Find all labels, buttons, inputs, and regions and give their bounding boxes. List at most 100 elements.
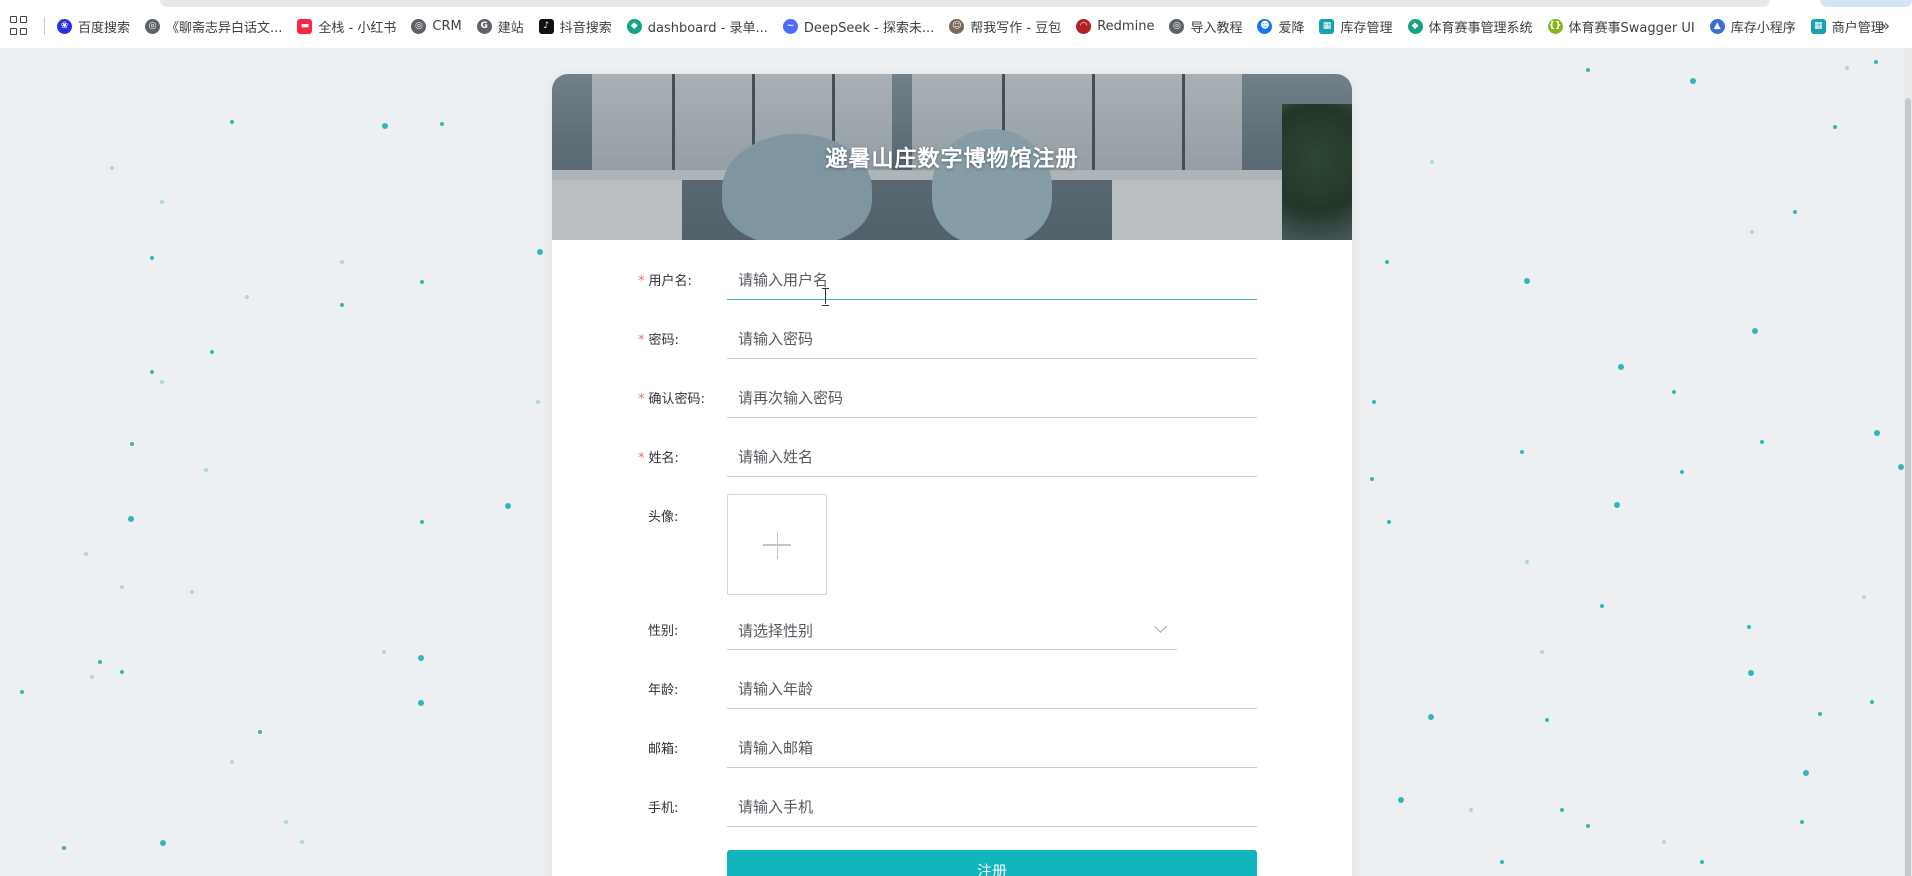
username-row: * 用户名: <box>552 260 1352 300</box>
particle-dot <box>284 820 288 824</box>
bookmark-label: 《聊斋志异白话文... <box>166 20 283 36</box>
password-label: * 密码: <box>638 333 679 348</box>
bookmark-baidu[interactable]: ❀ 百度搜索 <box>57 17 130 36</box>
particle-dot <box>258 730 262 734</box>
required-mark: * <box>638 333 645 348</box>
bookmark-xiaohongshu[interactable]: ▬ 全栈 - 小红书 <box>297 17 396 36</box>
particle-dot <box>1372 400 1376 404</box>
particle-dot <box>120 670 124 674</box>
bookmark-label: 体育赛事Swagger UI <box>1568 20 1695 36</box>
bookmark-label: DeepSeek - 探索未... <box>803 20 935 36</box>
bookmark-liaozhai[interactable]: ◎ 《聊斋志异白话文... <box>145 17 282 36</box>
particle-dot <box>230 760 234 764</box>
bookmark-label: dashboard - 录单... <box>647 20 768 36</box>
globe-icon: ◎ <box>145 18 161 34</box>
leaf-icon: ◆ <box>1407 18 1423 34</box>
particle-dot <box>1370 477 1374 481</box>
profile-button-edge[interactable] <box>1820 0 1912 7</box>
age-input[interactable] <box>727 669 1257 709</box>
particle-dot <box>1662 840 1666 844</box>
particle-dot <box>1387 520 1391 524</box>
username-label: * 用户名: <box>638 274 692 289</box>
required-mark: * <box>638 392 645 407</box>
confirm-password-input[interactable] <box>727 378 1257 418</box>
particle-dot <box>418 655 424 661</box>
bookmark-label: 库存管理 <box>1340 20 1393 36</box>
avatar-row: 头像: <box>552 494 1352 595</box>
bookmark-import-tutorial[interactable]: ◎ 导入教程 <box>1169 17 1242 36</box>
banner-image: 避暑山庄数字博物馆注册 <box>552 74 1352 240</box>
confirm-password-row: * 确认密码: <box>552 378 1352 418</box>
particle-dot <box>62 846 66 850</box>
name-input[interactable] <box>727 437 1257 477</box>
avatar-upload[interactable] <box>727 494 827 595</box>
phone-input[interactable] <box>727 787 1257 827</box>
particle-dot <box>382 123 388 129</box>
scrollbar-thumb[interactable] <box>1905 98 1911 876</box>
particle-dot <box>1398 797 1404 803</box>
particle-dot <box>505 503 511 509</box>
register-button[interactable]: 注册 <box>727 850 1257 876</box>
bookmark-label: 库存小程序 <box>1730 20 1796 36</box>
page-scrollbar[interactable] <box>1904 48 1912 876</box>
bookmark-douyin[interactable]: ♪ 抖音搜索 <box>538 17 612 36</box>
site-builder-icon: G <box>476 18 492 34</box>
bookmark-aijiang[interactable]: ☻ 爱降 <box>1257 17 1304 36</box>
particle-dot <box>128 516 134 522</box>
bookmark-dashboard[interactable]: ◆ dashboard - 录单... <box>626 17 768 36</box>
aijiang-icon: ☻ <box>1257 18 1273 34</box>
particle-dot <box>1469 808 1473 812</box>
apps-grid-icon[interactable] <box>10 16 30 36</box>
particle-dot <box>382 650 386 654</box>
particle-dot <box>160 200 164 204</box>
bookmark-label: 百度搜索 <box>78 20 131 36</box>
bookmark-doubao[interactable]: ☺ 帮我写作 - 豆包 <box>949 17 1061 36</box>
particle-dot <box>230 120 234 124</box>
bookmark-sports-admin[interactable]: ◆ 体育赛事管理系统 <box>1407 17 1533 36</box>
age-row: 年龄: <box>552 669 1352 709</box>
particle-dot <box>1818 712 1822 716</box>
bookmark-jianzhan[interactable]: G 建站 <box>476 17 524 36</box>
phone-label: 手机: <box>648 801 679 816</box>
bookmark-swagger[interactable]: {} 体育赛事Swagger UI <box>1547 17 1695 36</box>
particle-dot <box>1680 470 1684 474</box>
chevron-double-right-icon[interactable]: » <box>1880 16 1890 35</box>
bookmark-inventory-miniapp[interactable]: ▲ 库存小程序 <box>1709 17 1796 36</box>
email-input[interactable] <box>727 728 1257 768</box>
bookmark-redmine[interactable]: ◠ Redmine <box>1076 18 1154 34</box>
particle-dot <box>245 295 249 299</box>
gender-select[interactable]: 请选择性别 <box>727 610 1177 650</box>
gender-row: 性别: 请选择性别 <box>552 610 1352 650</box>
particle-dot <box>1803 770 1809 776</box>
particle-dot <box>150 256 154 260</box>
text-cursor-icon <box>822 288 829 306</box>
particle-dot <box>1600 604 1604 608</box>
particle-dot <box>1874 60 1878 64</box>
particle-dot <box>1700 860 1704 864</box>
bookmark-merchant[interactable]: ▦ 商户管理 <box>1810 17 1884 36</box>
password-row: * 密码: <box>552 319 1352 359</box>
globe-icon: ◎ <box>1169 18 1185 34</box>
bookmark-label: 建站 <box>497 20 524 36</box>
particle-dot <box>340 303 344 307</box>
particle-dot <box>1748 670 1754 676</box>
username-input[interactable] <box>727 260 1257 300</box>
bookmarks-bar: ❀ 百度搜索 ◎ 《聊斋志异白话文... ▬ 全栈 - 小红书 ◎ CRM G … <box>0 0 1912 48</box>
particle-dot <box>110 166 114 170</box>
particle-dot <box>84 552 88 556</box>
age-label: 年龄: <box>648 683 679 698</box>
particle-dot <box>1560 808 1564 812</box>
particle-dot <box>1672 390 1676 394</box>
bookmark-deepseek[interactable]: ~ DeepSeek - 探索未... <box>782 17 935 36</box>
particle-dot <box>1690 78 1696 84</box>
particle-dot <box>1800 820 1804 824</box>
bookmark-label: 导入教程 <box>1190 20 1243 36</box>
password-input[interactable] <box>727 319 1257 359</box>
plus-icon <box>763 530 791 559</box>
baidu-paw-icon: ❀ <box>57 18 72 34</box>
particle-dot <box>1618 364 1624 370</box>
globe-icon: ◎ <box>411 18 427 34</box>
bookmark-inventory[interactable]: ▦ 库存管理 <box>1319 17 1393 36</box>
bookmark-crm[interactable]: ◎ CRM <box>411 18 462 34</box>
particle-dot <box>537 249 543 255</box>
